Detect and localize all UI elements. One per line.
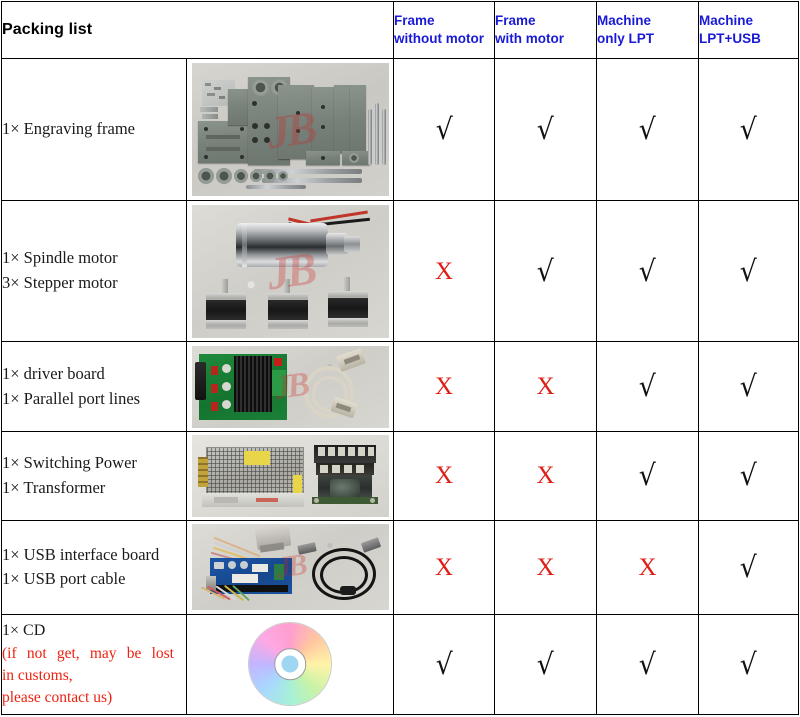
item-line: 3× Stepper motor — [2, 273, 118, 293]
column-header-machine-lpt-usb: Machine LPT+USB — [698, 0, 799, 60]
mark-cell: √ — [698, 520, 799, 615]
mark-cell: X — [393, 199, 495, 343]
cd-hub — [281, 655, 299, 673]
check-icon: √ — [638, 646, 656, 681]
item-line: 1× CD — [2, 621, 46, 639]
check-icon: √ — [536, 112, 554, 147]
item-image-switching-power-supply-and-transformer — [186, 430, 394, 522]
mark-cell: √ — [596, 58, 699, 201]
column-header-line1: Machine — [597, 12, 652, 28]
item-image-usb-interface-board-and-cable: JB — [186, 520, 394, 615]
table-row: 1× Engraving frame JB √ √ √ √ — [1, 58, 799, 201]
mark-cell: X — [494, 520, 597, 615]
column-header-line1: Machine — [699, 12, 754, 28]
check-icon: √ — [638, 253, 656, 288]
item-line: 1× USB port cable — [2, 569, 126, 589]
cross-icon: X — [434, 462, 454, 490]
mark-cell: √ — [494, 58, 597, 201]
mark-cell: √ — [698, 58, 799, 201]
table-row: 1× Switching Power 1× Transformer X X √ … — [1, 430, 799, 522]
check-icon: √ — [739, 549, 757, 584]
item-line: 1× Spindle motor — [2, 248, 118, 268]
mark-cell: √ — [698, 613, 799, 716]
column-header-frame-without-motor: Frame without motor — [393, 0, 495, 60]
mark-cell: √ — [494, 613, 597, 716]
item-image-spindle-and-stepper-motors: JB — [186, 199, 394, 343]
mark-cell: X — [494, 430, 597, 522]
mark-cell: √ — [698, 341, 799, 432]
cross-icon: X — [434, 373, 454, 401]
column-header-line2: only LPT — [597, 31, 654, 47]
cd-note-line: in customs, — [2, 666, 73, 684]
check-icon: √ — [739, 253, 757, 288]
check-icon: √ — [739, 458, 757, 493]
check-icon: √ — [536, 253, 554, 288]
table-row: 1× USB interface board 1× USB port cable — [1, 520, 799, 615]
check-icon: √ — [536, 646, 554, 681]
cd-note-line: (if not get, may be lost — [2, 644, 174, 662]
page-title: Packing list — [1, 0, 394, 60]
cd-note-line: please contact us) — [2, 688, 113, 706]
item-image-engraving-frame: JB — [186, 58, 394, 201]
mark-cell: √ — [393, 58, 495, 201]
mark-cell: √ — [596, 341, 699, 432]
item-description-spindle-stepper-motor: 1× Spindle motor 3× Stepper motor — [1, 199, 187, 343]
item-description-cd: 1× CD (if not get, may be lost in custom… — [1, 613, 187, 716]
table-row: 1× CD (if not get, may be lost in custom… — [1, 613, 799, 716]
mark-cell: √ — [596, 199, 699, 343]
mark-cell: √ — [393, 613, 495, 716]
item-image-driver-board-and-parallel-cable: JB — [186, 341, 394, 432]
item-line: 1× Parallel port lines — [2, 388, 141, 408]
item-image-cd-disc — [186, 613, 394, 716]
check-icon: √ — [435, 646, 453, 681]
check-icon: √ — [739, 646, 757, 681]
packing-list-table: Packing list Frame without motor Frame w… — [1, 0, 799, 716]
mark-cell: X — [494, 341, 597, 432]
table-row: 1× Spindle motor 3× Stepper motor JB X √… — [1, 199, 799, 343]
table-row: 1× driver board 1× Parallel port lines J… — [1, 341, 799, 432]
item-line: 1× Transformer — [2, 477, 106, 497]
item-description-usb-interface-board: 1× USB interface board 1× USB port cable — [1, 520, 187, 615]
column-header-line2: without motor — [394, 31, 484, 47]
cross-icon: X — [536, 462, 555, 490]
mark-cell: X — [596, 520, 699, 615]
column-header-line1: Frame — [495, 12, 536, 28]
item-description-driver-board: 1× driver board 1× Parallel port lines — [1, 341, 187, 432]
mark-cell: X — [393, 430, 495, 522]
cross-icon: X — [536, 373, 555, 401]
item-description-switching-power: 1× Switching Power 1× Transformer — [1, 430, 187, 522]
item-line: 1× Engraving frame — [2, 119, 136, 139]
check-icon: √ — [638, 458, 656, 493]
mark-cell: √ — [494, 199, 597, 343]
mark-cell: √ — [596, 613, 699, 716]
mark-cell: √ — [596, 430, 699, 522]
cross-icon: X — [434, 553, 454, 581]
check-icon: √ — [739, 112, 757, 147]
item-line: 1× USB interface board — [2, 544, 160, 564]
table-header-row: Packing list Frame without motor Frame w… — [1, 0, 799, 60]
item-description-engraving-frame: 1× Engraving frame — [1, 58, 187, 201]
item-line: 1× Switching Power — [2, 453, 137, 473]
cross-icon: X — [536, 553, 555, 581]
column-header-frame-with-motor: Frame with motor — [494, 0, 597, 60]
column-header-line1: Frame — [394, 12, 435, 28]
check-icon: √ — [739, 369, 757, 404]
cross-icon: X — [638, 553, 657, 581]
mark-cell: √ — [698, 199, 799, 343]
column-header-line2: LPT+USB — [699, 31, 761, 47]
item-line: 1× driver board — [2, 363, 105, 383]
column-header-machine-only-lpt: Machine only LPT — [596, 0, 699, 60]
mark-cell: √ — [698, 430, 799, 522]
check-icon: √ — [638, 112, 656, 147]
mark-cell: X — [393, 520, 495, 615]
check-icon: √ — [435, 112, 453, 147]
column-header-line2: with motor — [495, 31, 564, 47]
check-icon: √ — [638, 369, 656, 404]
cross-icon: X — [434, 257, 454, 285]
mark-cell: X — [393, 341, 495, 432]
